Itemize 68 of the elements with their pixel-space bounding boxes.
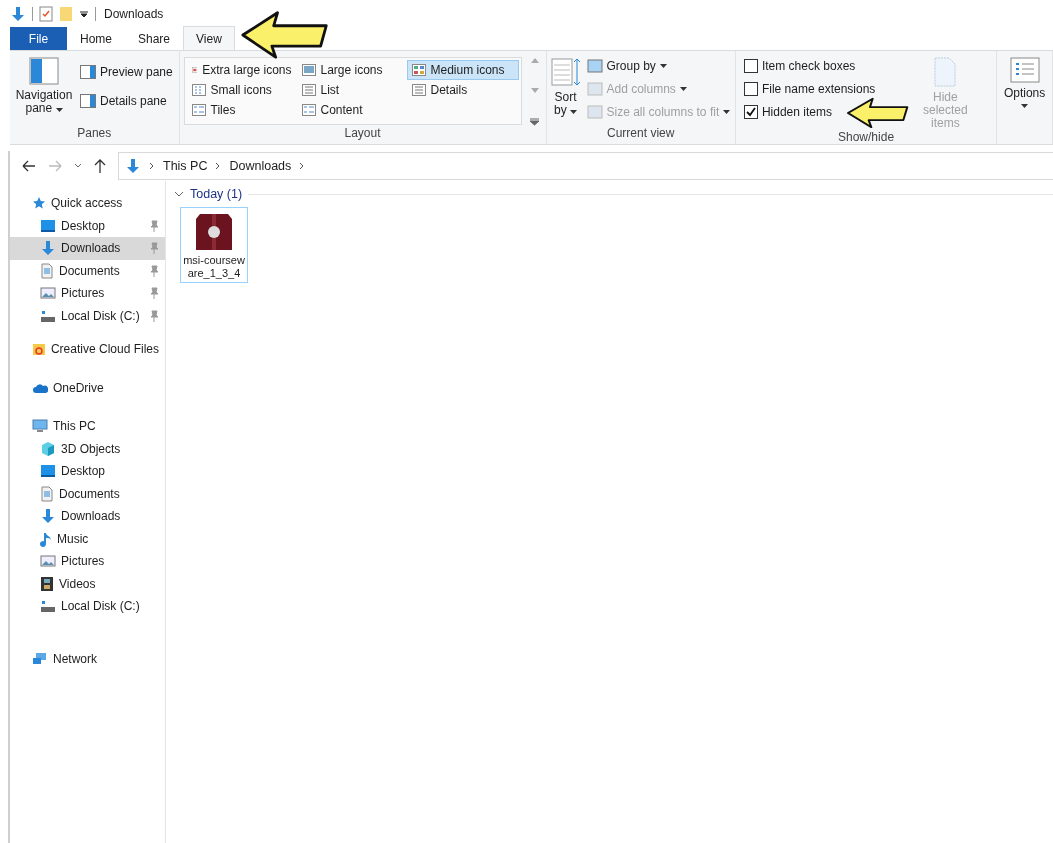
nav-label: This PC <box>53 419 97 434</box>
nav-item[interactable]: Local Disk (C:) <box>10 304 165 327</box>
nav-label: Videos <box>59 576 97 591</box>
nav-label: Downloads <box>61 241 122 256</box>
nav-label: Desktop <box>61 464 107 479</box>
nav-item[interactable]: Desktop <box>10 460 165 483</box>
nav-item[interactable]: Downloads <box>10 237 165 260</box>
window-title: Downloads <box>104 6 164 21</box>
layout-option[interactable]: Tiles <box>186 100 297 120</box>
layout-option[interactable]: List <box>296 80 407 100</box>
nav-label: Creative Cloud Files <box>50 342 159 357</box>
checkbox-option[interactable]: Item check boxes <box>743 57 856 75</box>
nav-label: Documents <box>59 486 121 501</box>
nav-item[interactable]: 3D Objects <box>10 437 165 460</box>
nav-label: OneDrive <box>53 380 105 395</box>
address-bar[interactable]: This PC Downloads <box>118 152 1053 180</box>
nav-item[interactable]: Quick access <box>10 192 165 215</box>
nav-label: Local Disk (C:) <box>61 308 141 323</box>
nav-item[interactable]: Pictures <box>10 550 165 573</box>
group-header[interactable]: Today (1) <box>190 187 243 201</box>
breadcrumb[interactable]: This PC <box>163 159 208 173</box>
nav-label: Music <box>57 531 90 546</box>
ribbon-tab[interactable]: File <box>10 27 67 50</box>
nav-label: Local Disk (C:) <box>61 599 141 614</box>
nav-label: Downloads <box>61 509 122 524</box>
layout-option[interactable]: Large icons <box>296 60 407 80</box>
nav-label: 3D Objects <box>61 441 122 456</box>
nav-item[interactable]: OneDrive <box>10 376 165 399</box>
nav-item[interactable]: Documents <box>10 482 165 505</box>
details-pane-button[interactable]: Details pane <box>80 92 167 110</box>
nav-item[interactable]: Network <box>10 647 165 670</box>
group-label: Show/hide <box>838 130 895 144</box>
file-item[interactable]: msi-courseware_1_3_4 <box>180 207 248 283</box>
layout-option[interactable]: Small icons <box>186 80 297 100</box>
file-name: msi-courseware_1_3_4 <box>182 254 246 280</box>
layout-option[interactable]: Content <box>296 100 407 120</box>
nav-item[interactable]: Downloads <box>10 505 165 528</box>
checkbox-option[interactable]: File name extensions <box>743 80 876 98</box>
group-label: Current view <box>607 126 675 142</box>
nav-item[interactable]: Creative Cloud Files <box>10 338 165 361</box>
navigation-pane-button[interactable]: Navigation pane <box>14 57 74 126</box>
layout-option[interactable]: Medium icons <box>406 60 519 80</box>
group-label: Panes <box>77 126 112 142</box>
nav-item[interactable]: Music <box>10 527 165 550</box>
nav-item[interactable]: Videos <box>10 572 165 595</box>
ribbon-tab[interactable]: Share <box>125 26 184 50</box>
group-label: Layout <box>344 126 381 142</box>
nav-item[interactable]: Documents <box>10 259 165 282</box>
layout-option[interactable]: Extra large icons <box>186 60 297 80</box>
breadcrumb[interactable]: Downloads <box>229 159 292 173</box>
view-command[interactable]: Group by <box>586 57 667 75</box>
nav-item[interactable]: Desktop <box>10 214 165 237</box>
options-button[interactable]: Options <box>1003 57 1046 144</box>
sort-by-button[interactable]: Sort by <box>550 57 581 126</box>
nav-label: Quick access <box>51 196 124 211</box>
nav-label: Pictures <box>61 286 106 301</box>
nav-item[interactable]: Local Disk (C:) <box>10 595 165 618</box>
ribbon-tab[interactable]: View <box>183 26 235 50</box>
ribbon-tab[interactable]: Home <box>67 26 125 50</box>
nav-item[interactable]: This PC <box>10 415 165 438</box>
nav-label: Desktop <box>61 218 107 233</box>
nav-label: Documents <box>59 263 121 278</box>
nav-item[interactable]: Pictures <box>10 282 165 305</box>
preview-pane-button[interactable]: Preview pane <box>80 63 173 81</box>
layout-option[interactable]: Details <box>406 80 519 100</box>
nav-label: Pictures <box>61 554 106 569</box>
nav-label: Network <box>53 651 98 666</box>
checkbox-option[interactable]: Hidden items <box>743 103 832 121</box>
